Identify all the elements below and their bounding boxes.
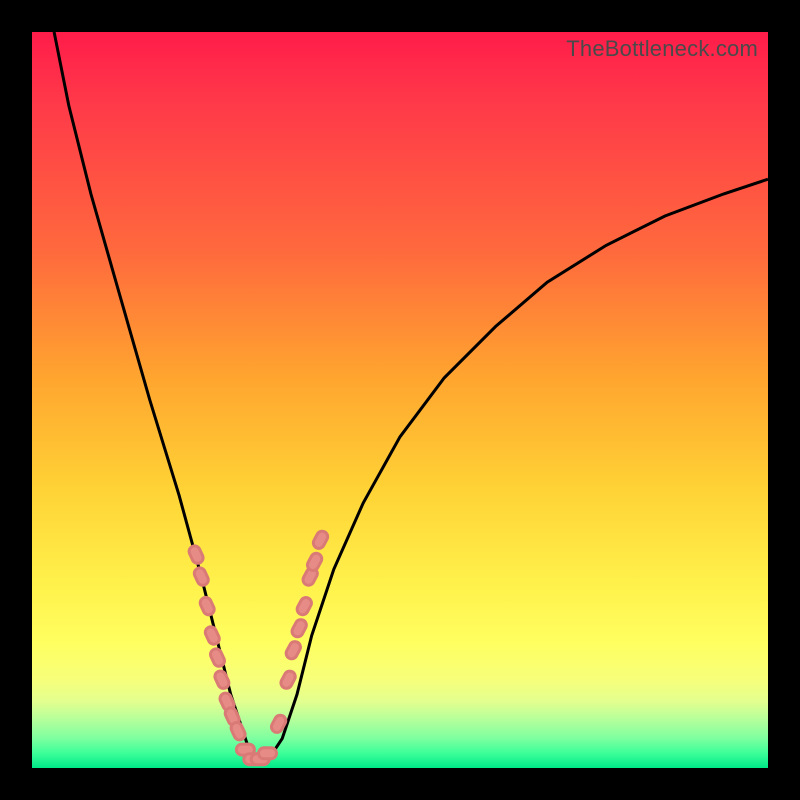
curve-marker — [284, 640, 302, 661]
curve-marker — [198, 596, 216, 617]
curve-marker — [306, 551, 324, 572]
bottleneck-chart — [32, 32, 768, 768]
bottleneck-curve-line — [54, 32, 768, 761]
plot-area: TheBottleneck.com — [32, 32, 768, 768]
curve-marker — [204, 625, 222, 646]
curve-marker — [193, 566, 211, 587]
curve-marker — [259, 748, 277, 759]
curve-marker — [311, 529, 329, 550]
curve-marker — [279, 669, 297, 690]
outer-frame: TheBottleneck.com — [0, 0, 800, 800]
curve-marker — [209, 647, 227, 668]
curve-marker — [229, 721, 247, 742]
curve-marker — [213, 669, 231, 690]
curve-marker — [187, 544, 205, 565]
curve-marker — [290, 618, 308, 639]
curve-marker — [295, 596, 313, 617]
